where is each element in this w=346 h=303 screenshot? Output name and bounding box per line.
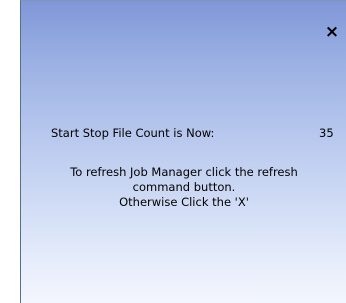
close-icon[interactable]: × [323, 23, 341, 41]
instruction-line-1: To refresh Job Manager click the refresh [70, 165, 298, 179]
instruction-line-2: command button. [132, 180, 236, 194]
instruction-line-3: Otherwise Click the 'X' [119, 195, 249, 209]
file-count-label: Start Stop File Count is Now: [51, 126, 215, 140]
job-manager-dialog: × Start Stop File Count is Now: 35 To re… [20, 0, 346, 303]
refresh-instructions: To refresh Job Manager click the refresh… [1, 165, 346, 210]
file-count-value: 35 [319, 126, 334, 140]
